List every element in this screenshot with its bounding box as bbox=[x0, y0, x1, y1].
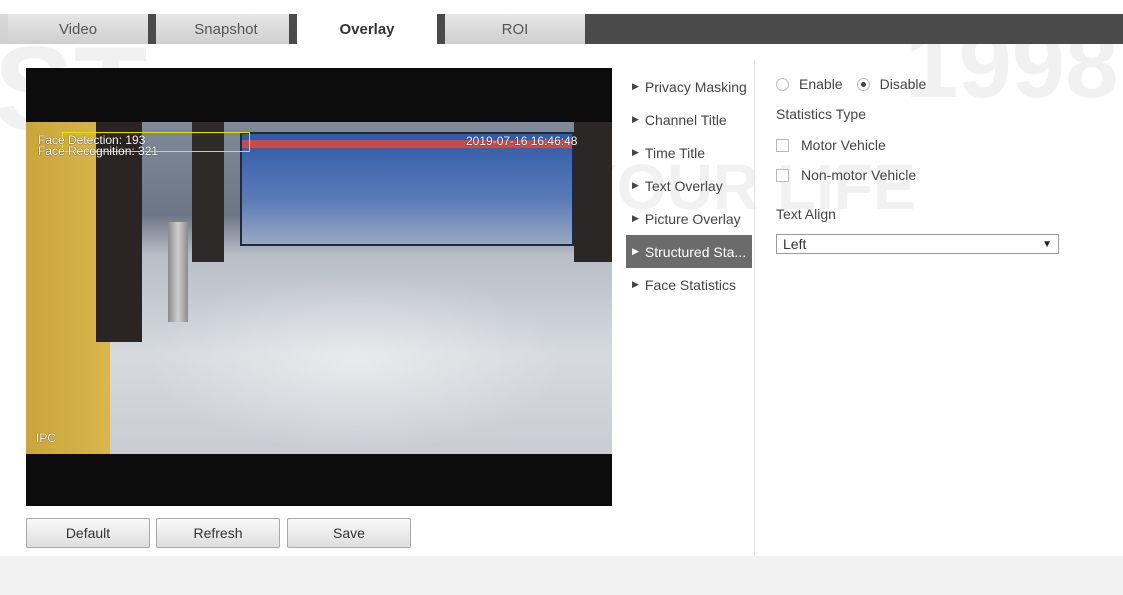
tab-video[interactable]: Video bbox=[8, 14, 148, 44]
menu-item-channel-title[interactable]: ▶ Channel Title bbox=[626, 103, 752, 136]
scene-glass-door bbox=[240, 132, 574, 246]
menu-item-text-overlay[interactable]: ▶ Text Overlay bbox=[626, 169, 752, 202]
tab-separator bbox=[289, 14, 297, 44]
tab-separator bbox=[148, 14, 156, 44]
menu-item-structured-statistics[interactable]: ▶ Structured Sta... bbox=[626, 235, 752, 268]
video-scene bbox=[26, 122, 612, 454]
text-align-select[interactable]: Left ▼ bbox=[776, 234, 1059, 254]
triangle-right-icon: ▶ bbox=[632, 213, 639, 223]
statistics-type-label: Statistics Type bbox=[776, 106, 867, 122]
tab-snapshot[interactable]: Snapshot bbox=[156, 14, 296, 44]
triangle-right-icon: ▶ bbox=[632, 81, 639, 91]
menu-item-label: Privacy Masking bbox=[644, 78, 747, 95]
motor-vehicle-checkbox[interactable] bbox=[776, 138, 789, 152]
non-motor-vehicle-checkbox[interactable] bbox=[776, 168, 789, 182]
disable-label: Disable bbox=[879, 76, 927, 92]
non-motor-vehicle-option: Non-motor Vehicle bbox=[776, 167, 916, 183]
menu-item-label: Picture Overlay bbox=[644, 210, 741, 227]
enable-radio[interactable] bbox=[776, 77, 789, 91]
tab-overlay[interactable]: Overlay bbox=[297, 14, 437, 44]
text-align-value: Left bbox=[783, 236, 807, 252]
menu-item-label: Text Overlay bbox=[644, 177, 723, 194]
triangle-right-icon: ▶ bbox=[632, 246, 639, 256]
tab-bar: Video Snapshot Overlay ROI bbox=[0, 14, 1123, 44]
osd-timestamp: 2019-07-16 16:46:48 bbox=[466, 134, 578, 148]
menu-divider bbox=[754, 60, 755, 580]
menu-item-label: Time Title bbox=[644, 144, 706, 161]
triangle-right-icon: ▶ bbox=[632, 279, 639, 289]
triangle-right-icon: ▶ bbox=[632, 180, 639, 190]
triangle-right-icon: ▶ bbox=[632, 147, 639, 157]
scene-pillar bbox=[574, 122, 612, 262]
osd-channel-title: IPC bbox=[36, 431, 57, 445]
motor-vehicle-label: Motor Vehicle bbox=[801, 137, 886, 153]
enable-radio-group: Enable Disable bbox=[776, 76, 926, 92]
menu-item-label: Structured Sta... bbox=[644, 243, 747, 260]
menu-item-face-statistics[interactable]: ▶ Face Statistics bbox=[626, 268, 752, 301]
caret-down-icon: ▼ bbox=[1042, 238, 1052, 250]
save-button[interactable]: Save bbox=[287, 518, 411, 548]
default-button[interactable]: Default bbox=[26, 518, 150, 548]
tab-bar-fill bbox=[583, 14, 1123, 44]
menu-item-time-title[interactable]: ▶ Time Title bbox=[626, 136, 752, 169]
scene-floor bbox=[146, 272, 566, 452]
footer-band bbox=[0, 556, 1123, 595]
menu-item-label: Channel Title bbox=[644, 111, 727, 128]
non-motor-vehicle-label: Non-motor Vehicle bbox=[801, 167, 917, 183]
tab-separator bbox=[437, 14, 445, 44]
text-align-label: Text Align bbox=[776, 206, 836, 222]
radio-selected-dot bbox=[860, 81, 866, 87]
enable-label: Enable bbox=[799, 76, 843, 92]
menu-item-privacy-masking[interactable]: ▶ Privacy Masking bbox=[626, 70, 752, 103]
refresh-button[interactable]: Refresh bbox=[156, 518, 280, 548]
menu-item-label: Face Statistics bbox=[644, 276, 736, 293]
overlay-menu: ▶ Privacy Masking ▶ Channel Title ▶ Time… bbox=[626, 70, 752, 301]
osd-face-recognition: Face Recognition: 321 bbox=[38, 144, 159, 158]
disable-radio[interactable] bbox=[856, 77, 870, 91]
motor-vehicle-option: Motor Vehicle bbox=[776, 137, 886, 153]
menu-item-picture-overlay[interactable]: ▶ Picture Overlay bbox=[626, 202, 752, 235]
video-preview: Face Detection: 193 Face Recognition: 32… bbox=[26, 68, 612, 506]
triangle-right-icon: ▶ bbox=[632, 114, 639, 124]
tab-roi[interactable]: ROI bbox=[445, 14, 585, 44]
